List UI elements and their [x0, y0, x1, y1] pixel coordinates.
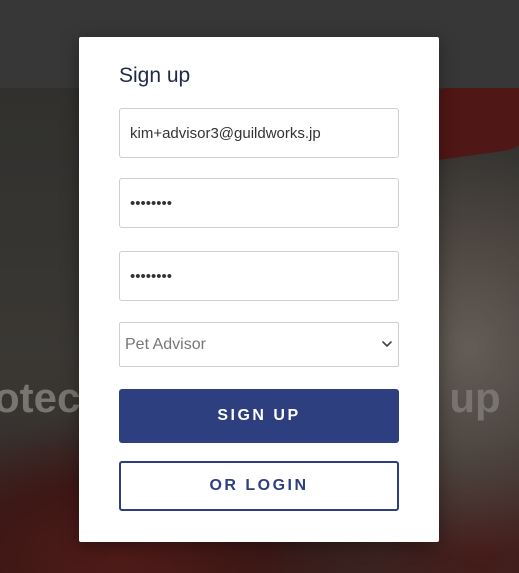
role-select[interactable]: Pet Advisor — [119, 322, 399, 367]
modal-title: Sign up — [119, 64, 191, 87]
email-field[interactable] — [119, 108, 399, 158]
login-button[interactable]: OR LOGIN — [119, 461, 399, 511]
confirm-password-field[interactable] — [119, 251, 399, 301]
signup-modal: Sign up Pet Advisor SIGN UP OR LOGIN — [79, 37, 439, 542]
chevron-down-icon — [382, 341, 392, 347]
signup-button[interactable]: SIGN UP — [119, 389, 399, 443]
password-field[interactable] — [119, 178, 399, 228]
role-select-value: Pet Advisor — [125, 336, 206, 353]
